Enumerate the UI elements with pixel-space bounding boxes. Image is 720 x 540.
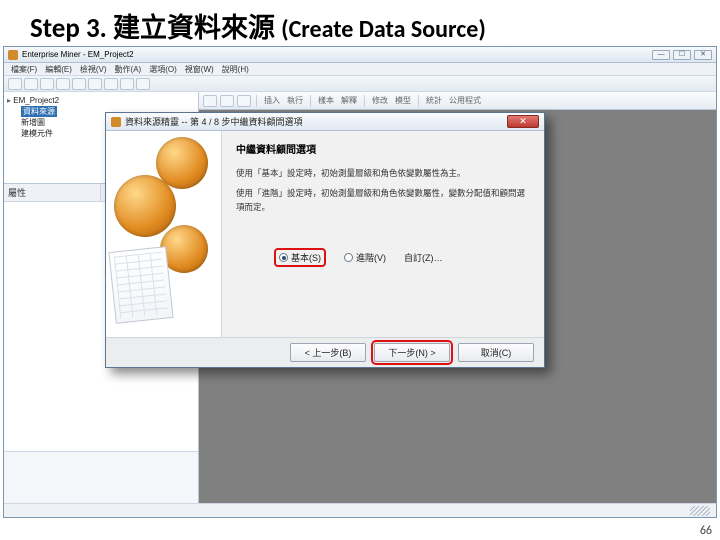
dialog-heading: 中繼資料顧問選項 [236, 141, 530, 156]
title-zh: 建立資料來源 [113, 13, 275, 43]
page-number: 66 [700, 524, 712, 538]
step-label: Step 3. [30, 12, 107, 45]
toolbar-button[interactable] [136, 78, 150, 90]
toolbar [4, 76, 716, 92]
canvas-label: 統計 [424, 95, 444, 106]
radio-label: 自訂(Z)… [404, 251, 443, 264]
dialog-title: 資料來源精靈 -- 第 4 / 8 步中繼資料顧問選項 [125, 115, 303, 128]
prop-col: 屬性 [4, 184, 101, 201]
data-source-wizard-dialog: 資料來源精靈 -- 第 4 / 8 步中繼資料顧問選項 ✕ 中繼資料顧問選項 使… [105, 112, 545, 368]
canvas-label: 樣本 [316, 95, 336, 106]
menu-item[interactable]: 檔案(F) [8, 64, 40, 75]
toolbar-button[interactable] [120, 78, 134, 90]
canvas-label: 解釋 [339, 95, 359, 106]
menu-item[interactable]: 說明(H) [219, 64, 252, 75]
gear-icon [114, 175, 176, 237]
menu-item[interactable]: 編輯(E) [42, 64, 75, 75]
dialog-sidebar-graphic [106, 131, 222, 337]
radio-basic[interactable]: 基本(S) [279, 251, 321, 264]
cancel-button[interactable]: 取消(C) [458, 343, 534, 362]
toolbar-button[interactable] [72, 78, 86, 90]
radio-group: 基本(S) 進階(V) 自訂(Z)… [236, 248, 530, 267]
toolbar-button[interactable] [40, 78, 54, 90]
canvas-label: 公用程式 [447, 95, 483, 106]
radio-advanced[interactable]: 進階(V) [344, 251, 386, 264]
canvas-label: 執行 [285, 95, 305, 106]
next-button[interactable]: 下一步(N) > [374, 343, 450, 362]
close-button[interactable]: ✕ [694, 50, 712, 60]
dialog-icon [111, 117, 121, 127]
menubar: 檔案(F) 編輯(E) 檢視(V) 動作(A) 選項(O) 視窗(W) 說明(H… [4, 63, 716, 76]
toolbar-button[interactable] [56, 78, 70, 90]
titlebar: Enterprise Miner - EM_Project2 — ☐ ✕ [4, 47, 716, 63]
toolbar-button[interactable] [104, 78, 118, 90]
minimize-button[interactable]: — [652, 50, 670, 60]
title-en: (Create Data Source) [281, 15, 486, 44]
dialog-footer: < 上一步(B) 下一步(N) > 取消(C) [106, 337, 544, 367]
help-panel [4, 451, 198, 503]
canvas-tool[interactable] [203, 95, 217, 107]
slide-title: Step 3. 建立資料來源 (Create Data Source) [0, 0, 720, 49]
canvas-label: 模型 [393, 95, 413, 106]
maximize-button[interactable]: ☐ [673, 50, 691, 60]
dialog-text: 使用「進階」設定時，初始測量層級和角色依變數屬性，變數分配值和顧問選項而定。 [236, 186, 530, 214]
canvas-label: 插入 [262, 95, 282, 106]
radio-label: 進階(V) [356, 251, 386, 264]
toolbar-button[interactable] [88, 78, 102, 90]
menu-item[interactable]: 視窗(W) [182, 64, 217, 75]
canvas-tool[interactable] [237, 95, 251, 107]
statusbar [4, 503, 716, 517]
toolbar-button[interactable] [24, 78, 38, 90]
toolbar-button[interactable] [8, 78, 22, 90]
dialog-content: 中繼資料顧問選項 使用「基本」設定時，初始測量層級和角色依變數屬性為主。 使用「… [222, 131, 544, 337]
menu-item[interactable]: 動作(A) [112, 64, 145, 75]
menu-item[interactable]: 選項(O) [146, 64, 180, 75]
radio-dot-icon [279, 253, 288, 262]
tree-root[interactable]: EM_Project2 [7, 95, 195, 106]
back-button[interactable]: < 上一步(B) [290, 343, 366, 362]
datasheet-icon [108, 246, 173, 324]
radio-dot-icon [344, 253, 353, 262]
canvas-tool[interactable] [220, 95, 234, 107]
app-title: Enterprise Miner - EM_Project2 [22, 50, 134, 59]
radio-label: 基本(S) [291, 251, 321, 264]
canvas-toolbar: 插入 執行 樣本 解釋 修改 模型 統計 公用程式 [199, 92, 716, 110]
dialog-text: 使用「基本」設定時，初始測量層級和角色依變數屬性為主。 [236, 166, 530, 180]
app-icon [8, 50, 18, 60]
dialog-titlebar: 資料來源精靈 -- 第 4 / 8 步中繼資料顧問選項 ✕ [106, 113, 544, 131]
canvas-label: 修改 [370, 95, 390, 106]
dialog-close-button[interactable]: ✕ [507, 115, 539, 128]
menu-item[interactable]: 檢視(V) [77, 64, 110, 75]
radio-custom[interactable]: 自訂(Z)… [404, 251, 443, 264]
resize-grip-icon[interactable] [690, 506, 710, 516]
